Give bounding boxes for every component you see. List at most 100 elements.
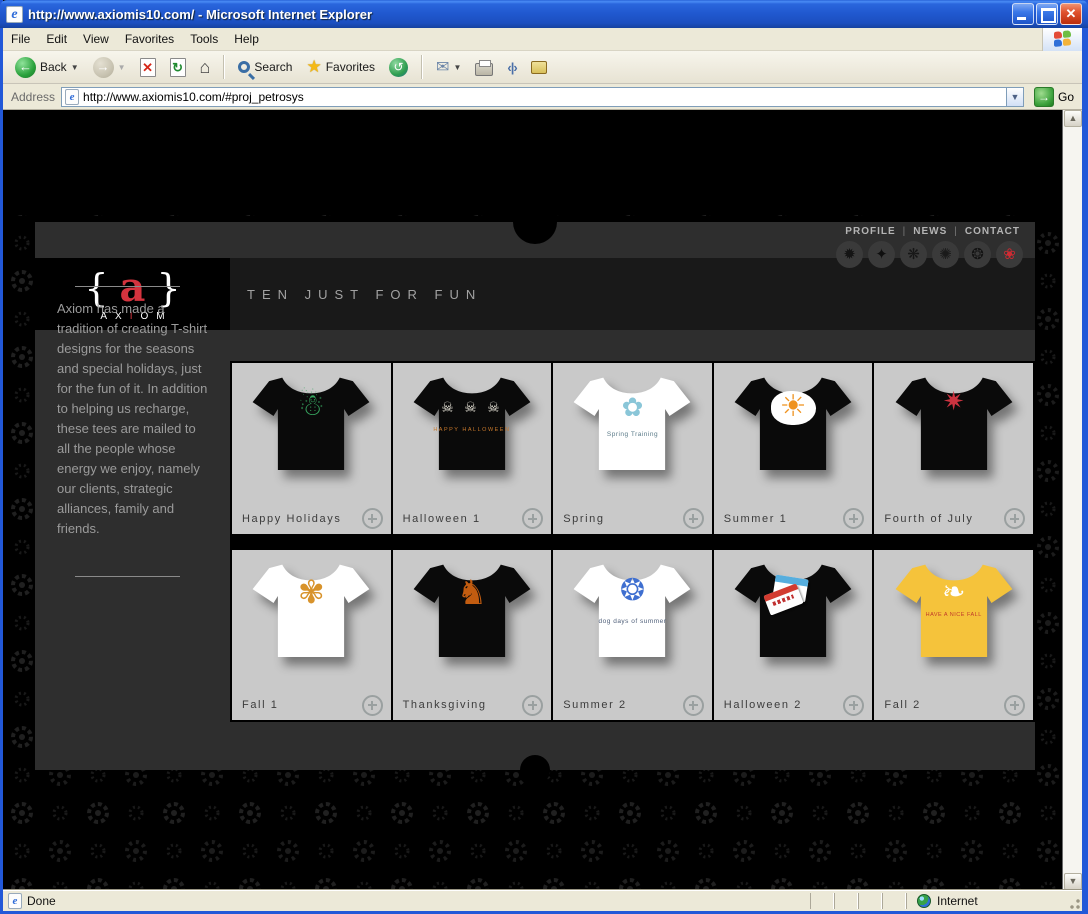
- home-icon: ⌂: [200, 57, 211, 78]
- menu-edit[interactable]: Edit: [38, 29, 75, 49]
- tee-shape: [895, 378, 1012, 470]
- plus-icon[interactable]: [362, 695, 383, 716]
- toolbar-separator: [223, 55, 225, 79]
- plus-icon[interactable]: [362, 508, 383, 529]
- shirt-label: Halloween 2: [724, 699, 802, 711]
- tshirt-image[interactable]: ✷: [874, 363, 1033, 504]
- go-button[interactable]: → Go: [1030, 87, 1078, 107]
- menu-view[interactable]: View: [75, 29, 117, 49]
- title-bar[interactable]: e http://www.axiomis10.com/ - Microsoft …: [0, 0, 1088, 28]
- print-button[interactable]: [471, 57, 497, 78]
- toolbar-separator: [421, 55, 423, 79]
- tee-shape: [735, 378, 852, 470]
- plus-icon[interactable]: [683, 695, 704, 716]
- shirt-label: Fourth of July: [884, 513, 973, 525]
- ornament-icon-2[interactable]: ✦: [868, 241, 895, 268]
- shirt-label: Fall 1: [242, 699, 279, 711]
- mail-button[interactable]: ✉ ▼: [432, 55, 465, 79]
- status-page-icon: e: [8, 893, 22, 909]
- tee-shape: [895, 564, 1012, 656]
- nav-contact-link[interactable]: CONTACT: [965, 226, 1020, 237]
- edit-button[interactable]: ‹|›: [503, 58, 520, 77]
- maximize-button[interactable]: [1036, 3, 1058, 25]
- scroll-down-icon[interactable]: ▼: [1064, 873, 1082, 890]
- menu-file[interactable]: File: [3, 29, 38, 49]
- status-bar: e Done Internet: [3, 890, 1082, 911]
- tee-shape: [414, 378, 531, 470]
- address-input[interactable]: e http://www.axiomis10.com/#proj_petrosy…: [61, 87, 1024, 107]
- security-zone-pane: Internet: [906, 893, 1066, 909]
- nav-news-link[interactable]: NEWS: [913, 226, 947, 237]
- tshirt-image[interactable]: ☀: [714, 363, 873, 504]
- zone-label: Internet: [937, 894, 978, 908]
- tshirt-image[interactable]: ♞: [393, 550, 552, 691]
- stop-button[interactable]: ✕: [136, 56, 160, 79]
- plus-icon[interactable]: [522, 508, 543, 529]
- tee-shape: [253, 378, 370, 470]
- search-button[interactable]: Search: [234, 58, 296, 76]
- plus-icon[interactable]: [843, 695, 864, 716]
- history-button[interactable]: ↺: [385, 56, 412, 79]
- shirt-card-summer-2: ❂ dog days of summer Summer 2: [553, 550, 712, 721]
- intro-divider-top: [75, 286, 180, 287]
- shirt-card-happy-holidays: ☃ Happy Holidays: [232, 363, 391, 534]
- shirt-card-summer-1: ☀ Summer 1: [714, 363, 873, 534]
- tshirt-image[interactable]: ❂ dog days of summer: [553, 550, 712, 691]
- back-button[interactable]: ← Back ▼: [11, 55, 83, 80]
- menu-bar: File Edit View Favorites Tools Help: [3, 28, 1082, 51]
- tshirt-image[interactable]: [714, 550, 873, 691]
- vertical-scrollbar[interactable]: ▲ ▼: [1062, 110, 1082, 890]
- tshirt-image[interactable]: ✾: [232, 550, 391, 691]
- plus-icon[interactable]: [683, 508, 704, 529]
- internet-zone-icon: [917, 894, 931, 908]
- tshirt-image[interactable]: ☠ ☠ ☠ HAPPY HALLOWEEN: [393, 363, 552, 504]
- favorites-star-icon: ★: [306, 57, 321, 77]
- shirt-label: Halloween 1: [403, 513, 481, 525]
- plus-icon[interactable]: [843, 508, 864, 529]
- shirt-card-fourth-of-july: ✷ Fourth of July: [874, 363, 1033, 534]
- shirt-card-halloween-1: ☠ ☠ ☠ HAPPY HALLOWEEN Halloween 1: [393, 363, 552, 534]
- plus-icon[interactable]: [1004, 508, 1025, 529]
- print-icon: [475, 63, 493, 76]
- resize-grip[interactable]: [1066, 893, 1082, 911]
- address-bar: Address e http://www.axiomis10.com/#proj…: [3, 84, 1082, 110]
- mail-dropdown-icon[interactable]: ▼: [453, 63, 461, 72]
- menu-tools[interactable]: Tools: [182, 29, 226, 49]
- back-dropdown-icon[interactable]: ▼: [71, 63, 79, 72]
- tshirt-grid: ☃ Happy Holidays ☠ ☠ ☠ HAPPY HALLOWEEN: [230, 361, 1035, 722]
- minimize-button[interactable]: [1012, 3, 1034, 25]
- tshirt-image[interactable]: ✿ Spring Training: [553, 363, 712, 504]
- favorites-button[interactable]: ★ Favorites: [302, 55, 379, 79]
- ornament-icon-4[interactable]: ✺: [932, 241, 959, 268]
- address-url[interactable]: http://www.axiomis10.com/#proj_petrosys: [83, 90, 1006, 104]
- tee-shape: [253, 564, 370, 656]
- ornament-icon-1[interactable]: ✹: [836, 241, 863, 268]
- menu-favorites[interactable]: Favorites: [117, 29, 182, 49]
- page-title: TEN JUST FOR FUN: [247, 258, 482, 330]
- forward-dropdown-icon: ▼: [118, 63, 126, 72]
- shirt-label: Thanksgiving: [403, 699, 487, 711]
- shirt-label: Fall 2: [884, 699, 921, 711]
- shirt-label: Spring: [563, 513, 604, 525]
- tshirt-image[interactable]: ☃: [232, 363, 391, 504]
- ornament-icon-5[interactable]: ❂: [964, 241, 991, 268]
- plus-icon[interactable]: [1004, 695, 1025, 716]
- plus-icon[interactable]: [522, 695, 543, 716]
- forward-button[interactable]: → ▼: [89, 55, 130, 80]
- discuss-button[interactable]: [527, 59, 551, 76]
- address-dropdown-icon[interactable]: ▼: [1006, 88, 1023, 106]
- forward-icon: →: [93, 57, 114, 78]
- refresh-button[interactable]: ↻: [166, 56, 190, 79]
- menu-help[interactable]: Help: [226, 29, 267, 49]
- tshirt-image[interactable]: ❧ HAVE A NICE FALL: [874, 550, 1033, 691]
- ornament-icon-active[interactable]: ❀: [996, 241, 1023, 268]
- stop-icon: ✕: [140, 58, 156, 77]
- search-icon: [238, 61, 250, 73]
- scroll-up-icon[interactable]: ▲: [1064, 110, 1082, 127]
- home-button[interactable]: ⌂: [196, 55, 215, 80]
- status-pane: [834, 893, 858, 909]
- tee-shape: [414, 564, 531, 656]
- nav-profile-link[interactable]: PROFILE: [845, 226, 895, 237]
- close-button[interactable]: ✕: [1060, 3, 1082, 25]
- ornament-icon-3[interactable]: ❋: [900, 241, 927, 268]
